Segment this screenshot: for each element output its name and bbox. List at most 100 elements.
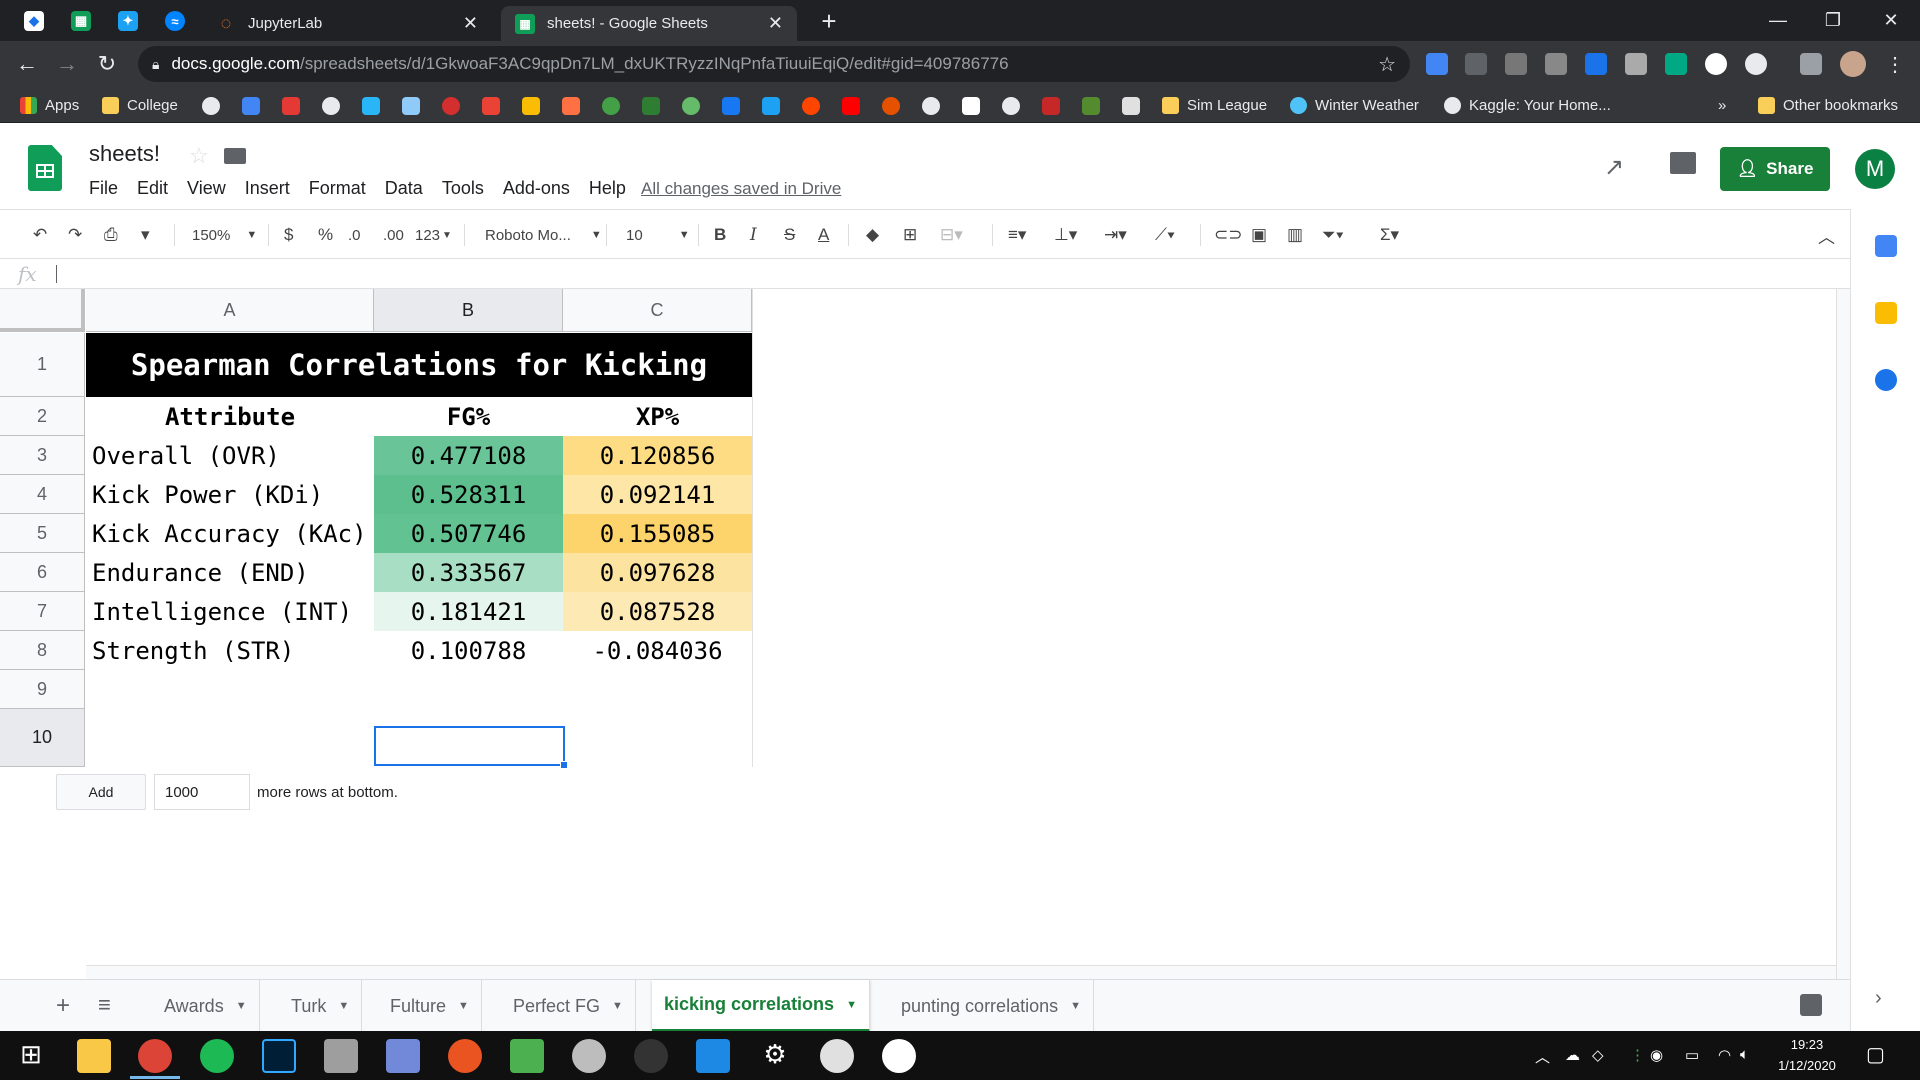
row-header-4[interactable]: 4 (0, 475, 85, 514)
document-title[interactable]: sheets! (89, 141, 160, 167)
windows-start-icon[interactable]: ⊞ (14, 1039, 48, 1073)
sheet-tab-fulture[interactable]: Fulture ▼ (378, 980, 482, 1032)
filter-icon[interactable]: ⏷▾ (1322, 222, 1344, 248)
column-header-b[interactable]: B (374, 289, 563, 332)
insert-chart-icon[interactable]: ▥ (1287, 222, 1303, 248)
bookmark-star-icon[interactable]: ☆ (1378, 52, 1396, 77)
bookmark-icon[interactable] (442, 97, 460, 115)
bookmark-icon[interactable] (282, 97, 300, 115)
tasks-icon[interactable] (1875, 369, 1897, 391)
comments-icon[interactable] (1670, 152, 1696, 174)
xp-value-cell[interactable]: 0.155085 (563, 514, 752, 553)
bookmark-icon[interactable] (682, 97, 700, 115)
account-avatar[interactable]: M (1855, 149, 1895, 189)
print-icon[interactable]: ⎙ (104, 222, 118, 248)
fg-value-cell[interactable]: 0.100788 (374, 631, 563, 670)
menu-addons[interactable]: Add-ons (503, 178, 570, 199)
new-tab-button[interactable]: + (814, 6, 844, 37)
decrease-decimal-button[interactable]: .0 (348, 222, 361, 248)
menu-insert[interactable]: Insert (245, 178, 290, 199)
fill-handle[interactable] (560, 761, 568, 769)
menu-tools[interactable]: Tools (442, 178, 484, 199)
vertical-scrollbar[interactable] (1836, 289, 1850, 979)
text-color-icon[interactable]: A (818, 222, 829, 248)
profile-avatar[interactable] (1840, 51, 1866, 77)
pinned-tab-4[interactable]: ≈ (160, 6, 190, 36)
fg-value-cell[interactable]: 0.477108 (374, 436, 563, 475)
bookmark-other[interactable]: Other bookmarks (1758, 94, 1898, 116)
bookmark-icon[interactable] (922, 97, 940, 115)
currency-format-button[interactable]: $ (284, 222, 293, 248)
bookmark-icon[interactable] (402, 97, 420, 115)
photoshop-icon[interactable] (262, 1039, 296, 1073)
chrome-icon[interactable] (138, 1039, 172, 1073)
insert-comment-icon[interactable]: ▣ (1251, 222, 1267, 248)
menu-file[interactable]: File (89, 178, 118, 199)
explore-icon[interactable] (1800, 994, 1822, 1016)
extension-icon[interactable] (1545, 53, 1567, 75)
menu-view[interactable]: View (187, 178, 226, 199)
bookmark-icon[interactable] (1082, 97, 1100, 115)
text-wrapping-icon[interactable]: ⇥▾ (1104, 222, 1127, 248)
extension-icon[interactable] (1745, 53, 1767, 75)
minimize-button[interactable]: — (1749, 2, 1807, 38)
app-icon[interactable] (882, 1039, 916, 1073)
pinned-tab-1[interactable]: ◆ (19, 6, 49, 36)
chrome-menu-icon[interactable]: ⋮ (1880, 49, 1910, 79)
menu-data[interactable]: Data (385, 178, 423, 199)
zoom-select[interactable]: 150% ▼ (192, 222, 257, 248)
bookmark-icon[interactable] (1122, 97, 1140, 115)
sheet-tab-awards[interactable]: Awards ▼ (152, 980, 260, 1032)
close-icon[interactable]: ✕ (768, 13, 783, 34)
bookmark-winter-weather[interactable]: Winter Weather (1290, 94, 1419, 116)
extension-icon[interactable] (1665, 53, 1687, 75)
paint-format-icon[interactable]: ▾ (141, 222, 150, 248)
row-header-10[interactable]: 10 (0, 709, 85, 767)
app-icon[interactable] (572, 1039, 606, 1073)
row-header-1[interactable]: 1 (0, 333, 85, 397)
increase-decimal-button[interactable]: .00 (383, 222, 404, 248)
reload-button[interactable]: ↻ (92, 49, 122, 79)
reddit-icon[interactable] (802, 97, 820, 115)
facebook-icon[interactable] (722, 97, 740, 115)
settings-gear-icon[interactable]: ⚙ (758, 1039, 792, 1073)
keep-icon[interactable] (1875, 302, 1897, 324)
undo-icon[interactable]: ↶ (33, 222, 47, 248)
collapse-toolbar-icon[interactable]: ︿ (1818, 222, 1835, 248)
steam-icon[interactable]: ◉ (1650, 1046, 1663, 1064)
globe-icon[interactable] (322, 97, 340, 115)
youtube-icon[interactable] (842, 97, 860, 115)
app-icon[interactable] (324, 1039, 358, 1073)
dark-mode-extension-icon[interactable] (1705, 53, 1727, 75)
pinned-tab-3[interactable]: ✦ (113, 6, 143, 36)
save-status-link[interactable]: All changes saved in Drive (641, 179, 841, 199)
bookmark-college[interactable]: College (102, 94, 178, 116)
translate-extension-icon[interactable] (1426, 53, 1448, 75)
volume-icon[interactable]: 🔈︎ (1740, 1046, 1749, 1063)
app-icon[interactable] (634, 1039, 668, 1073)
strikethrough-icon[interactable]: S (784, 222, 795, 248)
attribute-cell[interactable]: Overall (OVR) (86, 436, 374, 475)
attribute-cell[interactable]: Strength (STR) (86, 631, 374, 670)
activity-dashboard-icon[interactable]: ↗ (1604, 153, 1624, 182)
add-rows-button[interactable]: Add (56, 774, 146, 810)
tab-sheets[interactable]: ▦ sheets! - Google Sheets ✕ (501, 6, 797, 41)
row-header-5[interactable]: 5 (0, 514, 85, 553)
bookmark-icon[interactable] (362, 97, 380, 115)
add-rows-count-input[interactable]: 1000 (154, 774, 250, 810)
sheet-tab-kicking-correlations[interactable]: kicking correlations ▼ (652, 980, 870, 1032)
dropbox-icon[interactable]: ◇ (1592, 1046, 1604, 1064)
bookmark-icon[interactable] (882, 97, 900, 115)
fg-value-cell[interactable]: 0.181421 (374, 592, 563, 631)
row-header-2[interactable]: 2 (0, 397, 85, 436)
fill-color-icon[interactable]: ◆ (866, 222, 879, 248)
globe-icon[interactable] (202, 97, 220, 115)
horizontal-align-icon[interactable]: ≡▾ (1008, 222, 1026, 248)
app-icon[interactable] (820, 1039, 854, 1073)
notifications-icon[interactable]: ▢ (1866, 1042, 1885, 1067)
attribute-cell[interactable]: Kick Accuracy (KAc) (86, 514, 374, 553)
row-header-3[interactable]: 3 (0, 436, 85, 475)
merge-cells-icon[interactable]: ⊟▾ (940, 222, 963, 248)
percent-format-button[interactable]: % (318, 222, 333, 248)
header-attribute[interactable]: Attribute (86, 397, 374, 436)
